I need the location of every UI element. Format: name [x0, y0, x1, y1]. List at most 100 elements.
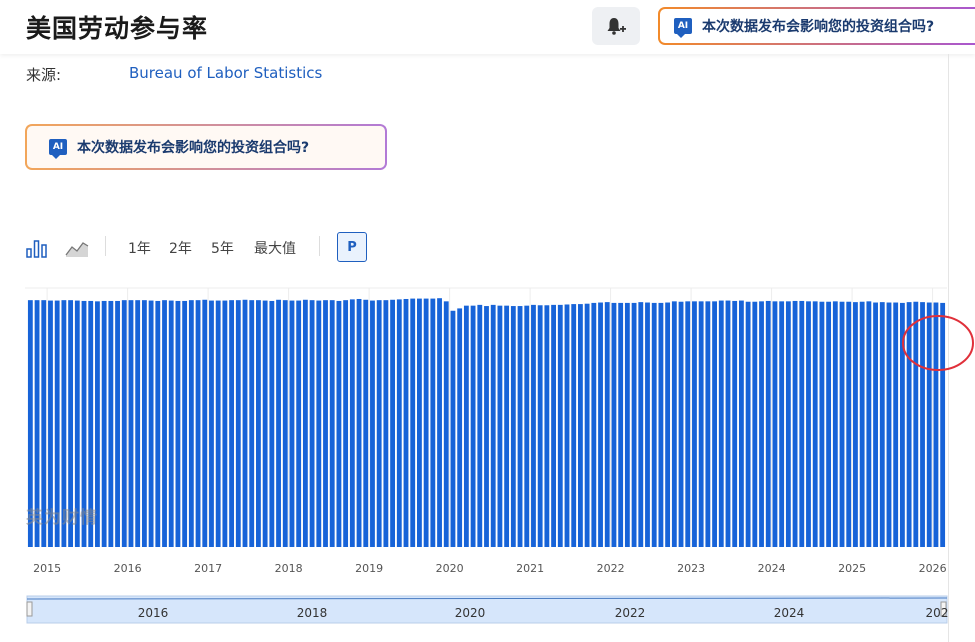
- bar[interactable]: [859, 301, 865, 547]
- bar[interactable]: [269, 300, 275, 547]
- bar[interactable]: [276, 299, 281, 547]
- bar[interactable]: [376, 300, 382, 547]
- bar[interactable]: [631, 302, 637, 547]
- bar[interactable]: [839, 301, 845, 547]
- bar[interactable]: [940, 302, 946, 547]
- bar[interactable]: [671, 301, 677, 547]
- bar[interactable]: [195, 300, 201, 547]
- range-1y-button[interactable]: 1年: [128, 238, 151, 258]
- bar[interactable]: [417, 298, 422, 547]
- bar[interactable]: [390, 299, 396, 547]
- bar[interactable]: [457, 308, 463, 547]
- bar[interactable]: [678, 301, 684, 547]
- bar[interactable]: [765, 300, 771, 547]
- bar[interactable]: [544, 305, 550, 547]
- bar[interactable]: [866, 301, 872, 547]
- bar[interactable]: [256, 300, 261, 547]
- bar[interactable]: [477, 304, 483, 547]
- bar[interactable]: [430, 298, 436, 547]
- bar[interactable]: [162, 300, 167, 547]
- bar[interactable]: [202, 299, 208, 547]
- navigator-handle-left[interactable]: [26, 601, 33, 617]
- bar[interactable]: [772, 301, 778, 547]
- bar[interactable]: [463, 305, 469, 547]
- bar[interactable]: [443, 301, 449, 547]
- bar[interactable]: [873, 302, 878, 547]
- bar[interactable]: [524, 305, 530, 547]
- bar[interactable]: [604, 302, 610, 547]
- bar[interactable]: [846, 301, 852, 547]
- bar[interactable]: [410, 298, 416, 547]
- bar[interactable]: [135, 300, 141, 547]
- bar[interactable]: [316, 300, 322, 547]
- bar[interactable]: [323, 300, 328, 547]
- bar[interactable]: [832, 301, 838, 547]
- bar[interactable]: [235, 300, 241, 547]
- bar[interactable]: [356, 298, 362, 547]
- bar[interactable]: [584, 303, 590, 547]
- bar[interactable]: [437, 298, 442, 547]
- bar[interactable]: [577, 304, 583, 547]
- bar[interactable]: [792, 300, 798, 547]
- bar[interactable]: [725, 300, 731, 547]
- bar[interactable]: [571, 304, 577, 547]
- bar[interactable]: [685, 301, 691, 547]
- bar[interactable]: [242, 299, 248, 547]
- bar-chart-icon[interactable]: [25, 237, 49, 259]
- bar[interactable]: [819, 301, 825, 547]
- bar[interactable]: [148, 300, 154, 547]
- bar[interactable]: [249, 300, 255, 547]
- bar[interactable]: [302, 299, 308, 547]
- bar[interactable]: [470, 305, 476, 547]
- bar[interactable]: [692, 301, 697, 547]
- bar[interactable]: [806, 301, 811, 547]
- bar[interactable]: [933, 302, 939, 547]
- bar[interactable]: [658, 302, 664, 547]
- bar[interactable]: [349, 299, 355, 547]
- bar[interactable]: [329, 300, 335, 547]
- bar[interactable]: [906, 302, 912, 547]
- bar[interactable]: [826, 301, 832, 547]
- bar[interactable]: [785, 301, 791, 547]
- bar[interactable]: [853, 302, 858, 547]
- bar[interactable]: [155, 300, 161, 547]
- bar[interactable]: [551, 304, 556, 547]
- bar[interactable]: [309, 300, 315, 547]
- bar[interactable]: [591, 302, 597, 547]
- bar[interactable]: [537, 305, 543, 547]
- bar[interactable]: [718, 300, 724, 547]
- bar[interactable]: [926, 302, 932, 547]
- bar[interactable]: [188, 300, 194, 547]
- bar[interactable]: [920, 302, 925, 547]
- bar[interactable]: [396, 299, 402, 547]
- bar[interactable]: [531, 304, 536, 547]
- bar[interactable]: [222, 300, 228, 547]
- bar[interactable]: [698, 301, 704, 547]
- bar[interactable]: [705, 301, 711, 547]
- bar[interactable]: [738, 300, 744, 547]
- bar[interactable]: [370, 300, 375, 547]
- add-alert-button[interactable]: [592, 7, 640, 45]
- bar[interactable]: [879, 302, 885, 547]
- bar[interactable]: [108, 300, 114, 547]
- bar[interactable]: [296, 300, 302, 547]
- bar[interactable]: [182, 300, 188, 547]
- bar[interactable]: [732, 300, 738, 547]
- bar[interactable]: [215, 300, 221, 547]
- bar[interactable]: [484, 306, 489, 547]
- bar[interactable]: [812, 301, 818, 547]
- bar[interactable]: [168, 300, 174, 547]
- bar[interactable]: [289, 300, 295, 547]
- bar[interactable]: [712, 301, 717, 547]
- bar[interactable]: [611, 302, 617, 547]
- p-toggle-button[interactable]: P: [337, 232, 367, 262]
- range-max-button[interactable]: 最大值: [254, 238, 296, 258]
- bar[interactable]: [141, 300, 147, 547]
- bar[interactable]: [799, 300, 805, 547]
- bar[interactable]: [913, 301, 919, 547]
- bar[interactable]: [490, 304, 496, 547]
- area-chart-icon[interactable]: [65, 237, 89, 259]
- bar[interactable]: [752, 301, 758, 547]
- bar[interactable]: [336, 300, 342, 547]
- bar[interactable]: [893, 302, 899, 547]
